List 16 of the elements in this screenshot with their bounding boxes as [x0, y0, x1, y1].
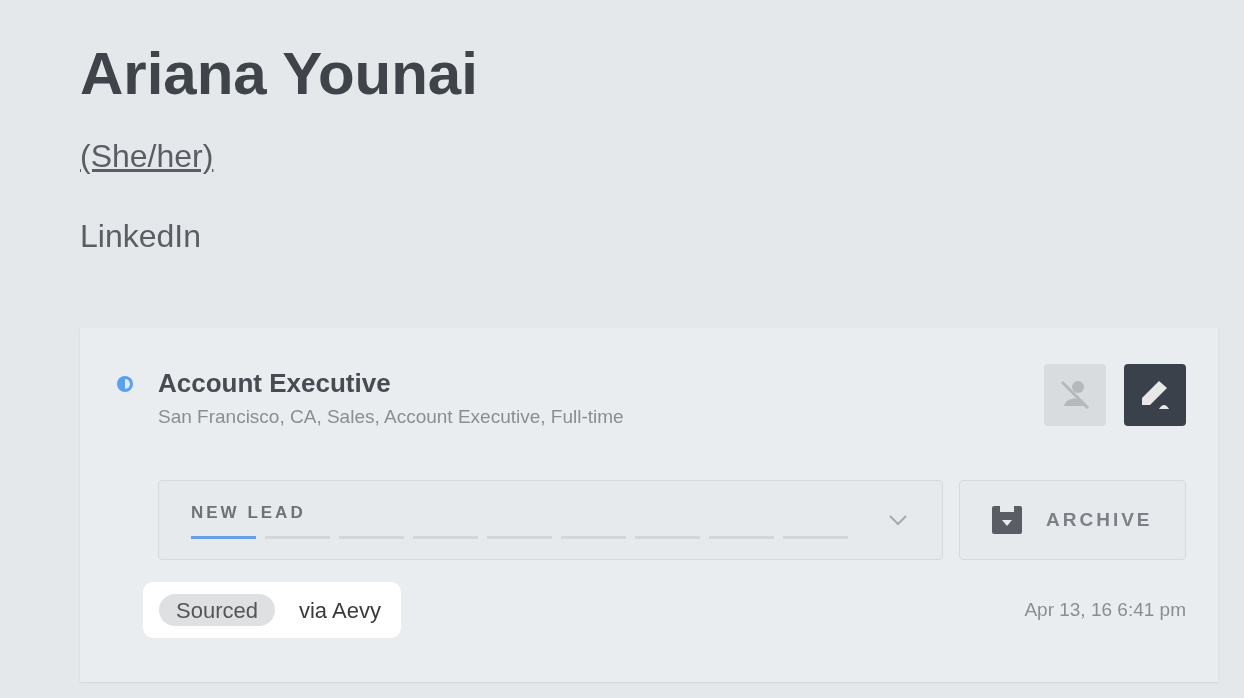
edit-button[interactable] — [1124, 364, 1186, 426]
status-icon — [116, 375, 134, 393]
chevron-down-icon — [888, 514, 908, 526]
person-hidden-icon — [1058, 378, 1092, 412]
source-text: via Aevy — [298, 596, 382, 625]
pronouns-link[interactable]: (She/her) — [80, 136, 214, 176]
job-details: San Francisco, CA, Sales, Account Executive, Full-time — [158, 405, 624, 429]
timestamp: Apr 13, 16 6:41 pm — [1024, 597, 1186, 622]
archive-box-icon — [990, 504, 1024, 536]
linkedin-link[interactable]: LinkedIn — [80, 216, 201, 256]
job-title: Account Executive — [158, 367, 391, 400]
candidate-name: Ariana Younai — [80, 39, 478, 109]
archive-button[interactable]: ARCHIVE — [959, 480, 1186, 560]
stage-dropdown[interactable]: NEW LEAD — [158, 480, 943, 560]
stage-label: NEW LEAD — [191, 501, 306, 524]
sourced-tag: Sourced — [159, 594, 275, 626]
